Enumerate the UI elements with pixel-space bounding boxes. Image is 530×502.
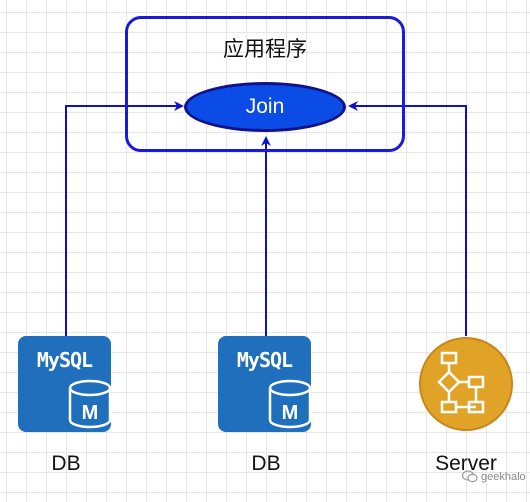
mysql-db-icon[interactable]: MySQL M (18, 336, 111, 432)
database-cylinder-icon: M (68, 379, 111, 429)
watermark-text: geekhalo (481, 470, 526, 483)
application-title: 应用程序 (223, 37, 307, 61)
database-cylinder-icon: M (268, 379, 311, 429)
server-workflow-icon[interactable] (418, 336, 514, 432)
db-label: DB (51, 452, 81, 475)
mysql-db-icon[interactable]: MySQL M (218, 336, 311, 432)
wechat-icon (462, 470, 478, 483)
mysql-badge: M (82, 402, 99, 424)
join-label: Join (245, 95, 285, 118)
mysql-badge: M (282, 402, 299, 424)
db-label: DB (251, 452, 281, 475)
watermark: geekhalo (462, 470, 526, 483)
join-node[interactable]: Join (184, 82, 346, 132)
